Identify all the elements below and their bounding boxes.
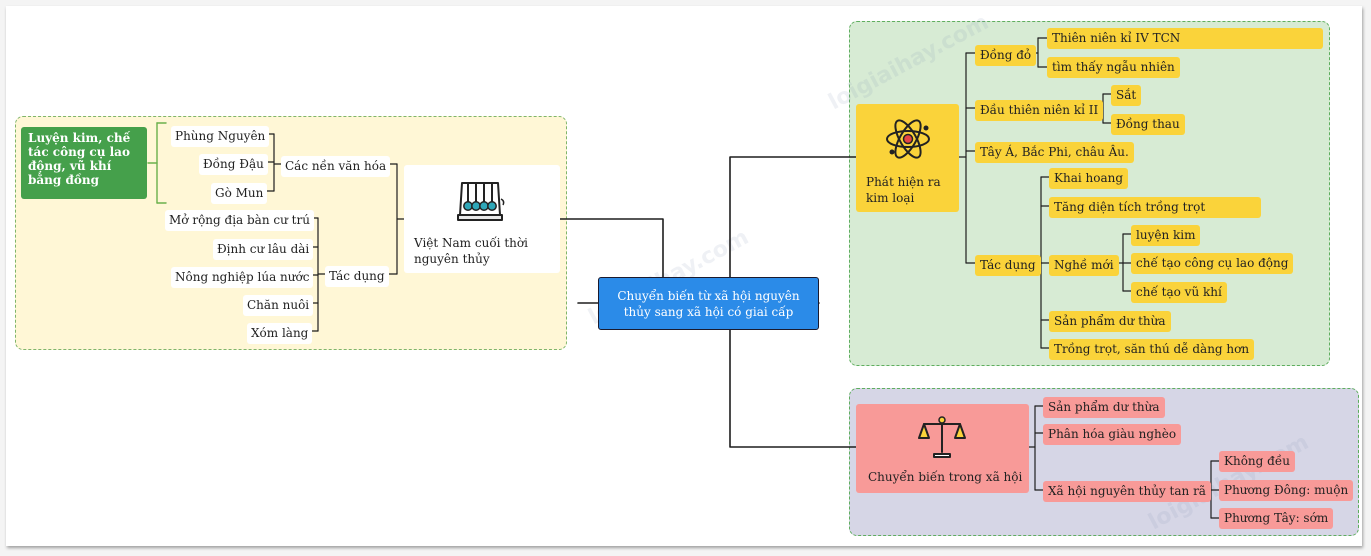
collapse-label[interactable]: Xã hội nguyên thủy tan rã: [1043, 481, 1211, 502]
metallurgy-note[interactable]: Luyện kim, chế tác công cụ lao động, vũ …: [21, 127, 147, 199]
metal-effect-item[interactable]: Tăng diện tích trồng trọt: [1049, 197, 1261, 218]
millennium-item[interactable]: Sắt: [1111, 85, 1142, 106]
new-trade-item[interactable]: chế tạo vũ khí: [1131, 282, 1227, 303]
new-trade-item[interactable]: chế tạo công cụ lao động: [1131, 253, 1294, 274]
society-item[interactable]: Phân hóa giàu nghèo: [1043, 424, 1182, 445]
collapse-item[interactable]: Không đều: [1219, 451, 1295, 472]
millennium-label[interactable]: Đầu thiên niên kỉ II: [975, 100, 1104, 121]
effect-item[interactable]: Chăn nuôi: [243, 295, 314, 316]
topic-society-label: Chuyển biến trong xã hội: [868, 470, 1023, 484]
canvas: loigiaihay.com loigiaihay.com loigiaihay…: [0, 0, 1371, 556]
effects-label[interactable]: Tác dụng: [325, 266, 389, 287]
effect-item[interactable]: Định cư lâu dài: [213, 239, 314, 260]
atom-icon: [886, 119, 930, 159]
newtons-cradle-icon: [457, 182, 505, 221]
culture-item[interactable]: Gò Mun: [211, 183, 268, 204]
culture-item[interactable]: Phùng Nguyên: [171, 126, 270, 147]
copper-item[interactable]: tìm thấy ngẫu nhiên: [1047, 57, 1180, 78]
new-trades-label[interactable]: Nghề mới: [1049, 255, 1119, 276]
millennium-item[interactable]: Đồng thau: [1111, 114, 1185, 135]
metal-effects-label[interactable]: Tác dụng: [975, 255, 1041, 276]
new-trade-item[interactable]: luyện kim: [1131, 225, 1201, 246]
topic-metal-card[interactable]: Phát hiện ra kim loại: [856, 104, 959, 212]
cultures-label[interactable]: Các nền văn hóa: [281, 156, 391, 177]
culture-item[interactable]: Đồng Đậu: [199, 154, 268, 175]
effect-item[interactable]: Nông nghiệp lúa nước: [171, 267, 314, 288]
society-item[interactable]: Sản phẩm dư thừa: [1043, 397, 1165, 418]
collapse-item[interactable]: Phương Tây: sớm: [1219, 508, 1334, 529]
regions-label[interactable]: Tây Á, Bắc Phi, châu Âu.: [975, 142, 1134, 163]
copper-label[interactable]: Đồng đỏ: [975, 45, 1037, 66]
central-topic[interactable]: Chuyển biến từ xã hội nguyên thủy sang x…: [598, 277, 819, 330]
copper-item[interactable]: Thiên niên kỉ IV TCN: [1047, 28, 1323, 49]
topic-vietnam-label: Việt Nam cuối thời nguyên thủy: [414, 236, 528, 266]
effect-item[interactable]: Mở rộng địa bàn cư trú: [165, 210, 314, 231]
metal-effect-item[interactable]: Sản phẩm dư thừa: [1049, 311, 1171, 332]
effect-item[interactable]: Xóm làng: [247, 323, 313, 344]
metal-effect-item[interactable]: Trồng trọt, săn thú dễ dàng hơn: [1049, 339, 1255, 360]
metal-effect-item[interactable]: Khai hoang: [1049, 168, 1129, 189]
collapse-item[interactable]: Phương Đông: muộn: [1219, 480, 1354, 501]
topic-metal-label: Phát hiện ra kim loại: [866, 175, 941, 205]
topic-society-card[interactable]: Chuyển biến trong xã hội: [856, 404, 1029, 493]
balance-scale-icon: [918, 416, 966, 458]
topic-vietnam-card[interactable]: Việt Nam cuối thời nguyên thủy: [404, 165, 560, 273]
